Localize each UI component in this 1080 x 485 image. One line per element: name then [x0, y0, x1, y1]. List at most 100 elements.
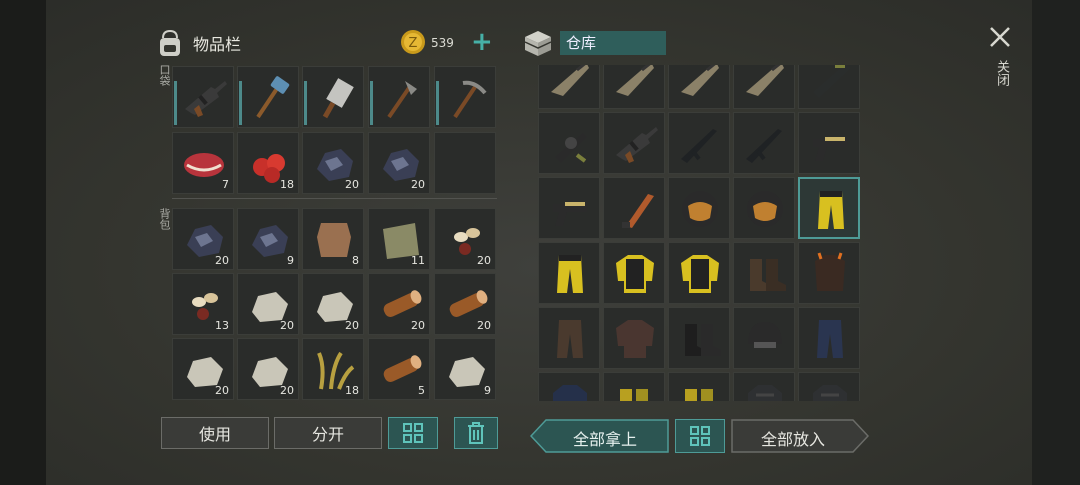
backpack-slot[interactable]: 20: [172, 208, 234, 270]
pocket-slot[interactable]: [172, 66, 234, 128]
pocket-slot[interactable]: [434, 66, 496, 128]
backpack-slot[interactable]: 13: [172, 273, 234, 335]
section-divider: [172, 198, 497, 199]
rifle-icon: [551, 65, 589, 96]
item-count: 20: [215, 254, 229, 267]
inventory-header: 物品栏 Z 539 +: [155, 26, 500, 60]
sort-storage-button[interactable]: [675, 419, 725, 453]
close-button[interactable]: [985, 22, 1015, 52]
storage-slot[interactable]: [668, 307, 730, 369]
dark-armor-icon: [748, 385, 782, 401]
rocket-launcher-icon: [813, 65, 851, 98]
backpack-label: 背包: [158, 208, 171, 230]
take-all-button[interactable]: 全部拿上: [530, 419, 670, 453]
pocket-slot[interactable]: [302, 66, 364, 128]
pocket-slot[interactable]: [434, 132, 496, 194]
durability-bar: [239, 81, 242, 125]
pocket-slot[interactable]: [368, 66, 430, 128]
use-button[interactable]: 使用: [161, 417, 269, 449]
pocket-slot[interactable]: 7: [172, 132, 234, 194]
storage-slot[interactable]: [798, 177, 860, 239]
put-all-button[interactable]: 全部放入: [731, 419, 869, 453]
backpack-slot[interactable]: 5: [368, 338, 430, 400]
item-count: 9: [287, 254, 294, 267]
storage-slot[interactable]: [668, 242, 730, 304]
storage-slot[interactable]: [603, 112, 665, 174]
split-button[interactable]: 分开: [274, 417, 382, 449]
backpack-slot[interactable]: 20: [172, 338, 234, 400]
dark-armor-icon: [813, 385, 847, 401]
storage-slot[interactable]: [798, 242, 860, 304]
backpack-slot[interactable]: 18: [302, 338, 364, 400]
storage-slot[interactable]: [603, 177, 665, 239]
black-boots-icon: [685, 324, 721, 356]
blue-vest-icon: [553, 385, 587, 401]
backpack-slot[interactable]: 20: [368, 273, 430, 335]
storage-slot[interactable]: [733, 177, 795, 239]
sort-inventory-button[interactable]: [388, 417, 438, 449]
backpack-slot[interactable]: 20: [302, 273, 364, 335]
storage-slot[interactable]: [538, 112, 600, 174]
storage-slot[interactable]: [733, 242, 795, 304]
item-count: 18: [345, 384, 359, 397]
storage-slot[interactable]: [668, 177, 730, 239]
storage-slot[interactable]: [798, 307, 860, 369]
backpack-slot[interactable]: 20: [237, 273, 299, 335]
grid-sort-icon: [403, 423, 423, 443]
close-label: 关闭: [994, 60, 1009, 86]
item-count: 13: [215, 319, 229, 332]
storage-slot[interactable]: [798, 372, 860, 401]
yellow-pants-icon: [557, 255, 583, 293]
item-count: 20: [280, 384, 294, 397]
m16-rifle-icon: [746, 129, 782, 163]
pocket-slot[interactable]: 18: [237, 132, 299, 194]
storage-slot[interactable]: [798, 65, 860, 109]
storage-slot[interactable]: [668, 112, 730, 174]
storage-slot[interactable]: [733, 307, 795, 369]
storage-slot[interactable]: [733, 372, 795, 401]
delete-button[interactable]: [454, 417, 498, 449]
storage-slot[interactable]: [733, 65, 795, 109]
storage-slot[interactable]: [798, 112, 860, 174]
backpack-slot[interactable]: 9: [434, 338, 496, 400]
add-coins-button[interactable]: +: [471, 27, 493, 57]
storage-slot[interactable]: [538, 177, 600, 239]
backpack-slot[interactable]: 20: [434, 208, 496, 270]
left-edge: [0, 0, 46, 485]
storage-slot[interactable]: [538, 65, 600, 109]
coin-icon: Z: [400, 29, 426, 55]
backpack-slot[interactable]: 11: [368, 208, 430, 270]
orange-armor-icon: [815, 252, 845, 291]
pickaxe-icon: [453, 80, 487, 119]
storage-slot[interactable]: [538, 307, 600, 369]
backpack-slot[interactable]: 20: [237, 338, 299, 400]
hatchet-icon: [387, 81, 417, 119]
svg-text:Z: Z: [409, 36, 418, 51]
storage-slot[interactable]: [603, 65, 665, 109]
brown-pants-icon: [557, 320, 583, 358]
backpack-slot[interactable]: 20: [434, 273, 496, 335]
storage-slot[interactable]: [668, 65, 730, 109]
close-icon: [990, 27, 1010, 47]
storage-slot[interactable]: [668, 372, 730, 401]
backpack-slot[interactable]: 9: [237, 208, 299, 270]
pocket-slot[interactable]: 20: [368, 132, 430, 194]
pocket-slot[interactable]: [237, 66, 299, 128]
rifle-icon: [616, 65, 654, 96]
backpack-slot[interactable]: 8: [302, 208, 364, 270]
storage-slot[interactable]: [603, 372, 665, 401]
iron-ore-icon: [252, 225, 288, 257]
raw-meat-icon: [184, 153, 224, 177]
storage-slot[interactable]: [603, 242, 665, 304]
storage-slot[interactable]: [538, 242, 600, 304]
storage-slot[interactable]: [538, 372, 600, 401]
pistol-icon: [553, 202, 587, 226]
cleaver-icon: [322, 78, 354, 119]
pocket-slot[interactable]: 20: [302, 132, 364, 194]
grid-sort-icon: [690, 426, 710, 446]
storage-slot[interactable]: [603, 307, 665, 369]
storage-slot[interactable]: [733, 112, 795, 174]
item-count: 11: [411, 254, 425, 267]
item-count: 8: [352, 254, 359, 267]
brown-armor-icon: [616, 320, 654, 358]
